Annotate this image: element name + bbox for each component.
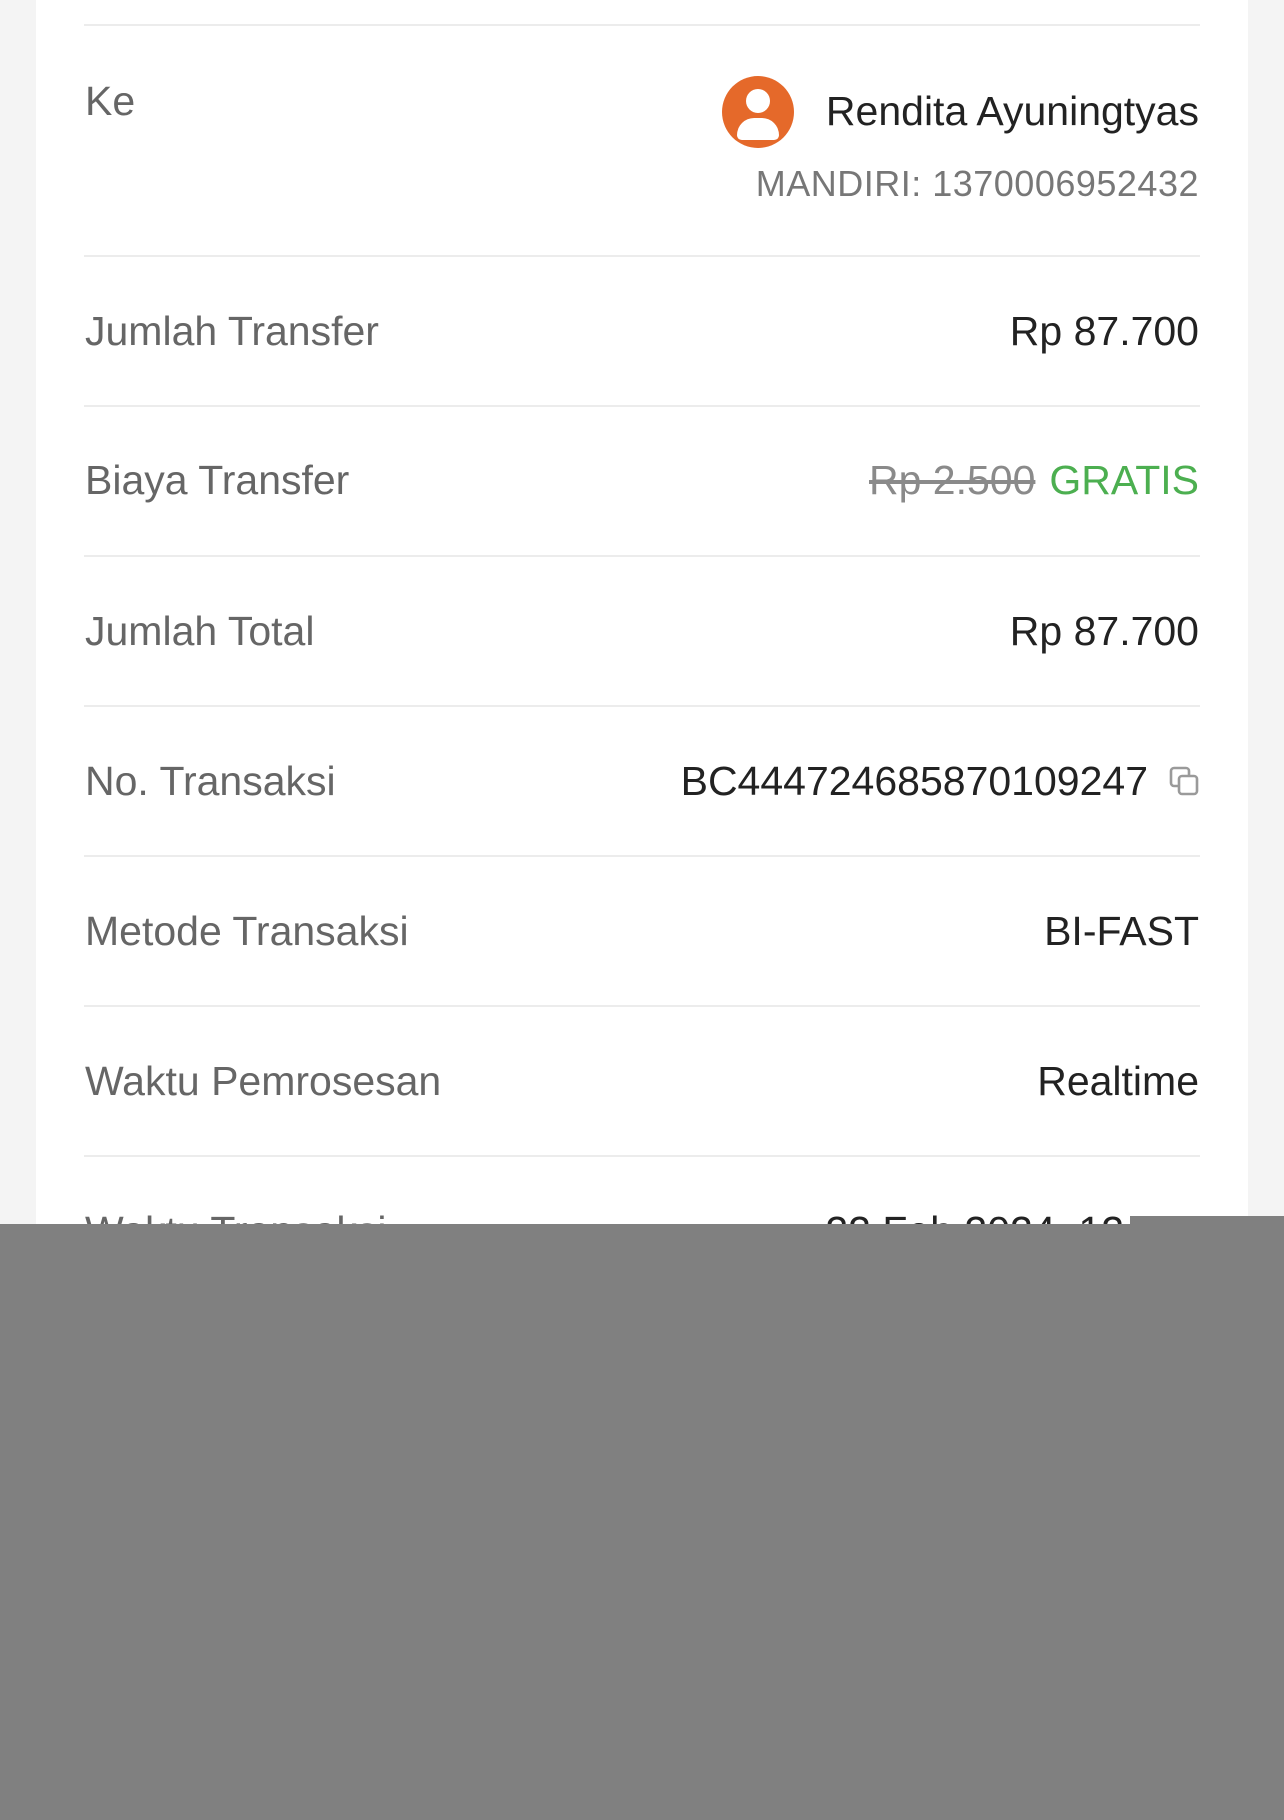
original-fee: Rp 2.500 [869, 457, 1036, 503]
divider [84, 24, 1200, 26]
transaction-method-label: Metode Transaksi [85, 908, 409, 954]
total-amount-value: Rp 87.700 [1009, 608, 1199, 654]
transaction-no-label: No. Transaksi [85, 758, 336, 804]
transaction-method-value: BI-FAST [1044, 908, 1199, 954]
transfer-amount-value: Rp 87.700 [1009, 308, 1199, 354]
transaction-no-value: BC44472468587010924​7 [680, 758, 1148, 804]
recipient-label: Ke [85, 78, 136, 124]
divider [84, 555, 1200, 557]
divider [84, 855, 1200, 857]
processing-time-value: Realtime [1037, 1058, 1199, 1104]
divider [84, 1005, 1200, 1007]
transfer-fee-label: Biaya Transfer [85, 457, 350, 503]
divider [84, 255, 1200, 257]
recipient-name: Rendita Ayuningtyas [825, 88, 1199, 134]
person-icon [722, 76, 794, 148]
processing-time-label: Waktu Pemrosesan [85, 1058, 442, 1104]
transfer-fee-value: Rp 2.500 GRATIS [869, 455, 1199, 505]
redaction-overlay [0, 1224, 1284, 1820]
transfer-amount-label: Jumlah Transfer [85, 308, 379, 354]
divider [84, 705, 1200, 707]
total-amount-label: Jumlah Total [85, 608, 315, 654]
divider [84, 1155, 1200, 1157]
recipient-account: MANDIRI: 1370006952432 [755, 163, 1199, 204]
divider [84, 405, 1200, 407]
free-fee-badge: GRATIS [1049, 457, 1199, 503]
copy-icon[interactable] [1169, 766, 1199, 796]
